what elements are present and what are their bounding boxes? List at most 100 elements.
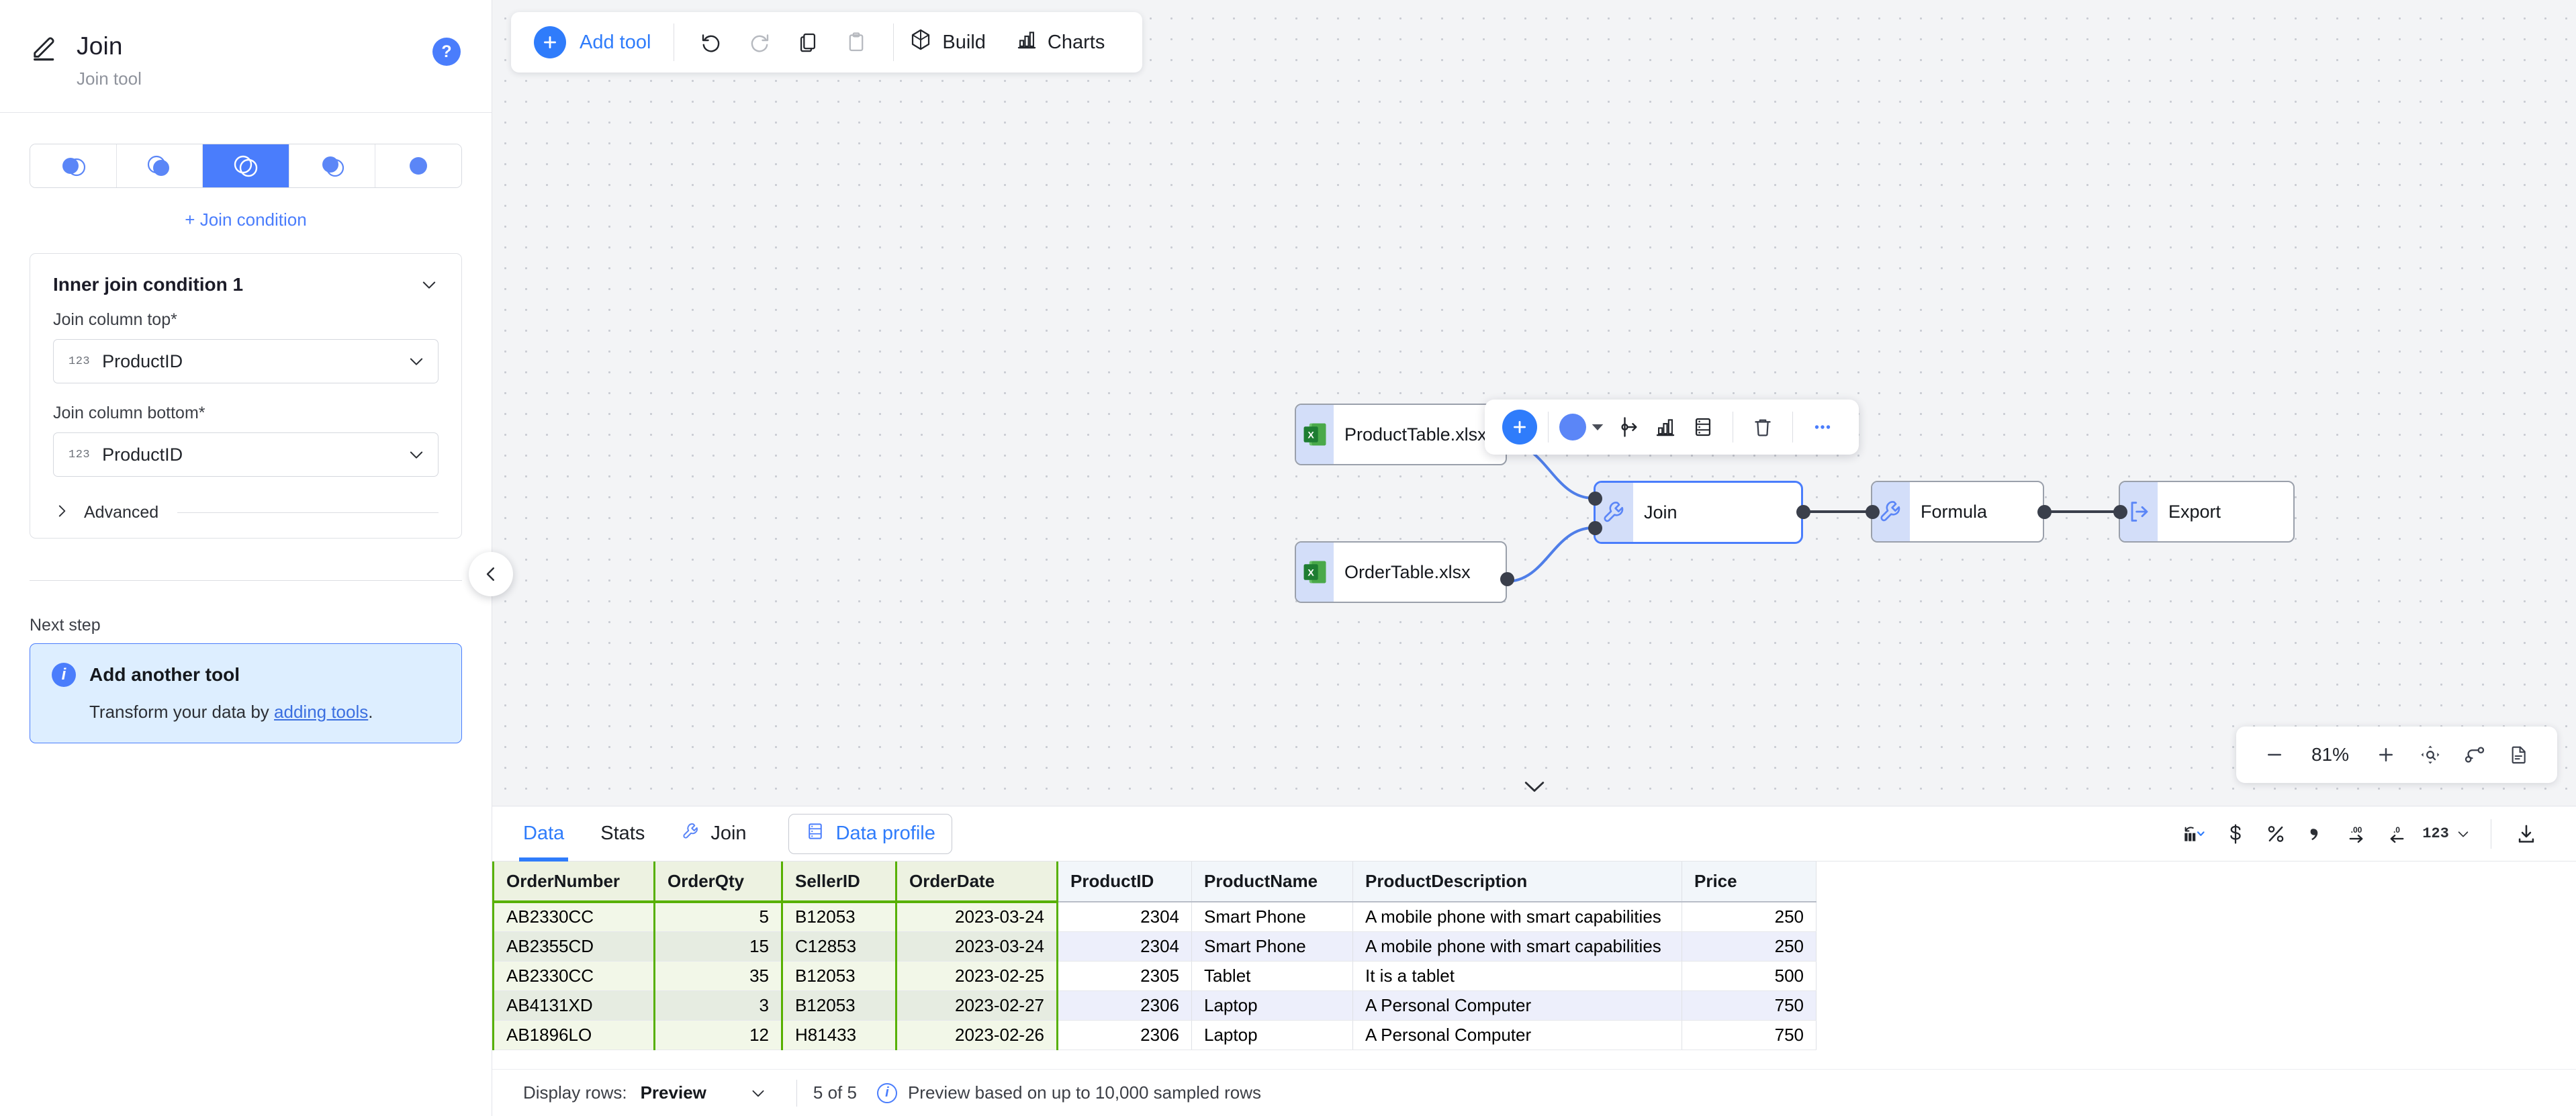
branch-icon[interactable]	[1609, 408, 1647, 446]
node-formula[interactable]: Formula	[1871, 481, 2044, 543]
column-header-orderdate[interactable]: OrderDate	[896, 862, 1058, 903]
table-row[interactable]: AB4131XD 3 B12053 2023-02-27 2306 Laptop…	[492, 990, 1816, 1021]
chevron-down-icon[interactable]	[420, 275, 439, 294]
paste-icon[interactable]	[835, 21, 877, 63]
table-row[interactable]: AB2330CC 5 B12053 2023-03-24 2304 Smart …	[492, 902, 1816, 932]
data-panel-tabs: Data Stats Join Data profile .00 .0 123	[492, 806, 2576, 862]
caret-down-icon[interactable]	[1586, 408, 1609, 446]
node-port-input[interactable]	[1866, 505, 1880, 519]
column-header-sellerid[interactable]: SellerID	[782, 862, 897, 903]
node-join[interactable]: Join	[1594, 481, 1803, 544]
excel-icon: X	[1296, 543, 1334, 602]
add-tool-button[interactable]: Add tool	[534, 26, 674, 58]
cell: 500	[1682, 961, 1816, 991]
more-dots-icon[interactable]	[1804, 408, 1841, 446]
bar-chart-icon[interactable]	[1647, 408, 1684, 446]
node-order-table[interactable]: X OrderTable.xlsx	[1295, 541, 1507, 603]
node-port-input-bottom[interactable]	[1588, 521, 1602, 535]
wrench-icon	[681, 821, 701, 847]
data-results-panel: Data Stats Join Data profile .00 .0 123 …	[492, 806, 2576, 1116]
cell: B12053	[782, 902, 897, 932]
decrease-decimal-icon[interactable]: .0	[2378, 817, 2416, 851]
join-type-inner-join[interactable]	[203, 144, 289, 187]
auto-layout-icon[interactable]	[2455, 735, 2494, 774]
cell: 35	[654, 961, 783, 991]
columns-icon[interactable]	[2176, 817, 2214, 851]
tab-data[interactable]: Data	[518, 806, 569, 862]
join-column-top-label: Join column top*	[30, 310, 461, 339]
document-icon[interactable]	[2499, 735, 2538, 774]
join-condition-header[interactable]: Inner join condition 1	[30, 254, 461, 310]
join-type-left-outer-join[interactable]	[116, 144, 203, 187]
comma-icon[interactable]	[2297, 817, 2335, 851]
column-header-price[interactable]: Price	[1682, 862, 1816, 902]
trash-icon[interactable]	[1744, 408, 1782, 446]
tab-stats-label: Stats	[600, 823, 645, 844]
data-profile-label: Data profile	[835, 823, 935, 844]
node-port-output[interactable]	[1796, 505, 1810, 519]
adding-tools-link[interactable]: adding tools	[274, 702, 368, 722]
cell: A Personal Computer	[1352, 990, 1682, 1021]
advanced-section-toggle[interactable]: Advanced	[30, 497, 461, 523]
build-label: Build	[942, 31, 986, 53]
expand-data-panel-button[interactable]	[1514, 775, 1555, 799]
node-export[interactable]: Export	[2119, 481, 2295, 543]
data-profile-icon	[805, 821, 825, 847]
display-rows-select[interactable]: Preview	[641, 1082, 780, 1103]
cell: AB2355CD	[492, 931, 655, 962]
data-profile-icon[interactable]	[1684, 408, 1722, 446]
percent-icon[interactable]	[2257, 817, 2295, 851]
node-label: Formula	[1921, 501, 1988, 522]
cell: AB2330CC	[492, 961, 655, 991]
tab-data-label: Data	[523, 823, 565, 844]
table-row[interactable]: AB2355CD 15 C12853 2023-03-24 2304 Smart…	[492, 931, 1816, 962]
history-actions	[674, 21, 893, 63]
zoom-level-label[interactable]: 81%	[2299, 744, 2361, 765]
plus-icon[interactable]	[1502, 410, 1537, 445]
download-icon[interactable]	[2508, 817, 2545, 851]
dollar-icon[interactable]	[2217, 817, 2254, 851]
table-row[interactable]: AB1896LO 12 H81433 2023-02-26 2306 Lapto…	[492, 1020, 1816, 1050]
add-join-condition-link[interactable]: + Join condition	[0, 210, 492, 230]
node-port-input-top[interactable]	[1588, 492, 1602, 506]
fit-to-screen-icon[interactable]	[2411, 735, 2450, 774]
join-type-left-join[interactable]	[30, 144, 117, 187]
node-port-input[interactable]	[2113, 505, 2127, 519]
bar-chart-icon	[1015, 28, 1038, 56]
join-type-right-join[interactable]	[375, 144, 461, 187]
color-swatch-icon[interactable]	[1559, 414, 1586, 440]
column-header-ordernumber[interactable]: OrderNumber	[492, 862, 655, 903]
cell: Laptop	[1191, 990, 1353, 1021]
node-port-output[interactable]	[1500, 572, 1514, 586]
join-column-bottom-select[interactable]: 123 ProductID	[53, 432, 439, 477]
zoom-in-button[interactable]	[2366, 735, 2405, 774]
redo-icon[interactable]	[739, 21, 780, 63]
column-header-productname[interactable]: ProductName	[1191, 862, 1353, 902]
help-button[interactable]: ?	[432, 38, 461, 66]
column-header-productid[interactable]: ProductID	[1057, 862, 1192, 902]
increase-decimal-icon[interactable]: .00	[2338, 817, 2375, 851]
column-header-orderqty[interactable]: OrderQty	[654, 862, 783, 903]
tab-stats[interactable]: Stats	[600, 806, 645, 862]
tab-join[interactable]: Join	[681, 806, 747, 862]
join-column-top-select[interactable]: 123 ProductID	[53, 339, 439, 383]
undo-icon[interactable]	[690, 21, 732, 63]
join-type-right-outer-join[interactable]	[289, 144, 376, 187]
node-product-table[interactable]: X ProductTable.xlsx	[1295, 404, 1507, 465]
data-grid-body: AB2330CC 5 B12053 2023-03-24 2304 Smart …	[492, 902, 1816, 1050]
svg-text:X: X	[1307, 429, 1314, 440]
copy-icon[interactable]	[787, 21, 829, 63]
charts-button[interactable]: Charts	[1001, 28, 1119, 56]
table-row[interactable]: AB2330CC 35 B12053 2023-02-25 2305 Table…	[492, 961, 1816, 991]
workflow-canvas[interactable]: Add tool Build Charts X ProductTable.xls…	[492, 0, 2576, 806]
node-port-output[interactable]	[2037, 505, 2052, 519]
number-format-dropdown[interactable]: 123	[2418, 817, 2475, 851]
join-column-top-value: ProductID	[102, 351, 183, 371]
data-profile-button[interactable]: Data profile	[788, 813, 952, 854]
zoom-out-button[interactable]	[2255, 735, 2294, 774]
data-grid-container[interactable]: OrderNumber OrderQty SellerID OrderDate …	[492, 862, 2576, 1070]
cell: H81433	[782, 1020, 897, 1050]
column-header-productdescription[interactable]: ProductDescription	[1352, 862, 1682, 902]
collapse-panel-button[interactable]	[469, 552, 513, 596]
build-button[interactable]: Build	[894, 28, 1001, 57]
